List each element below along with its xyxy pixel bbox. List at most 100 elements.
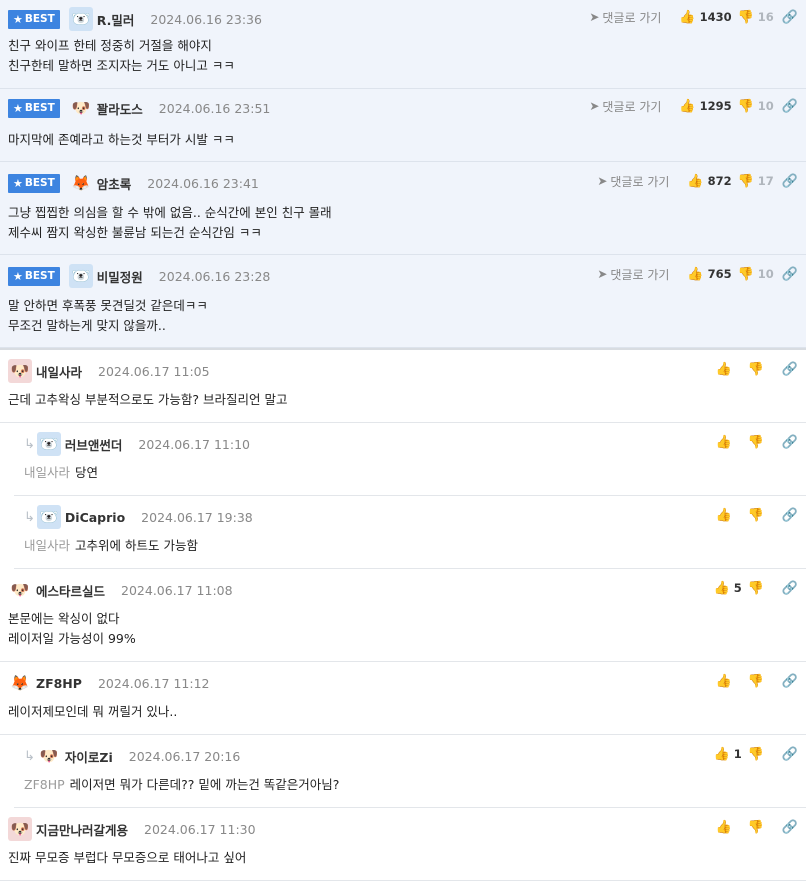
avatar[interactable]: 🐶 xyxy=(37,744,61,768)
avatar[interactable]: 🐻‍❄️ xyxy=(68,264,93,288)
dislike-button[interactable]: 👎 xyxy=(748,581,774,596)
link-icon[interactable]: 🔗 xyxy=(782,581,798,596)
thumbs-down-icon: 👎 xyxy=(747,361,764,377)
best-badge: ★ BEST xyxy=(8,173,60,193)
dislike-button[interactable]: 👎 xyxy=(748,820,774,835)
mention[interactable]: 내일사라 xyxy=(24,538,70,553)
avatar[interactable]: 🐻‍❄️ xyxy=(36,432,61,456)
avatar[interactable]: 🐶 xyxy=(69,96,93,120)
star-icon: ★ xyxy=(13,269,23,283)
comment-body: 마지막에 존예라고 하는것 부터가 시발 ㅋㅋ xyxy=(8,132,235,147)
like-button[interactable]: 👍 xyxy=(716,362,742,377)
comment-date: 2024.06.17 20:16 xyxy=(128,748,241,764)
like-button[interactable]: 👍 872 xyxy=(687,174,731,189)
thumbs-up-icon: 👍 xyxy=(687,266,704,282)
comment-date: 2024.06.16 23:28 xyxy=(158,268,271,284)
comment-date: 2024.06.17 11:12 xyxy=(97,675,210,691)
avatar[interactable]: 🦊 xyxy=(69,171,93,195)
thumbs-down-icon: 👎 xyxy=(737,9,754,25)
thumbs-down-icon: 👎 xyxy=(737,173,754,189)
link-icon[interactable]: 🔗 xyxy=(782,174,798,189)
link-icon[interactable]: 🔗 xyxy=(782,435,798,450)
dislike-button[interactable]: 👎 10 xyxy=(738,99,774,114)
comment-body: 내일사라 고추위에 하트도 가능함 xyxy=(24,538,198,553)
comment-body: ZF8HP 레이저면 뭐가 다른데?? 밑에 까는건 똑같은거아님? xyxy=(24,777,340,792)
link-icon[interactable]: 🔗 xyxy=(782,674,798,689)
like-button[interactable]: 👍 765 xyxy=(687,267,731,282)
nickname[interactable]: 에스타르실드 xyxy=(36,581,105,600)
comment: 🐶 에스타르실드 2024.06.17 11:08 👍 5 👎 🔗 본문에는 왁싱… xyxy=(0,569,806,662)
thumbs-down-icon: 👎 xyxy=(747,580,764,596)
avatar[interactable]: 🐶 xyxy=(8,359,32,383)
reply-comment: ↳ 🐻‍❄️ 러브앤썬더 2024.06.17 11:10 👍 👎 🔗 내일사라… xyxy=(14,423,806,496)
link-icon[interactable]: 🔗 xyxy=(782,267,798,282)
nickname[interactable]: DiCaprio xyxy=(65,510,125,525)
comment-body: 친구 와이프 한테 정중히 거절을 해야지 친구한테 말하면 조지자는 거도 아… xyxy=(8,38,235,73)
dislike-button[interactable]: 👎 xyxy=(748,435,774,450)
thumbs-up-icon: 👍 xyxy=(715,673,732,689)
comment-date: 2024.06.16 23:41 xyxy=(147,175,259,191)
comment-body: 내일사라 당연 xyxy=(24,465,99,480)
nickname[interactable]: 지금만나러갈게용 xyxy=(36,820,128,839)
goto-comment-link[interactable]: ➤ 댓글로 가기 xyxy=(597,173,669,190)
thumbs-up-icon: 👍 xyxy=(679,98,696,114)
arrow-icon: ➤ xyxy=(597,267,608,281)
avatar[interactable]: 🐻‍❄️ xyxy=(36,505,61,529)
like-button[interactable]: 👍 xyxy=(716,508,742,523)
comment-date: 2024.06.16 23:36 xyxy=(150,11,262,27)
comment-date: 2024.06.17 11:05 xyxy=(98,363,210,379)
link-icon[interactable]: 🔗 xyxy=(782,10,798,25)
thumbs-down-icon: 👎 xyxy=(737,266,754,282)
nickname[interactable]: R.밀러 xyxy=(97,10,135,29)
like-button[interactable]: 👍 1430 xyxy=(679,10,731,25)
comment-date: 2024.06.16 23:51 xyxy=(158,100,271,116)
arrow-icon: ➤ xyxy=(589,99,600,113)
dislike-button[interactable]: 👎 xyxy=(748,508,774,523)
like-button[interactable]: 👍 xyxy=(716,820,742,835)
comment-body: 그냥 찝찝한 의심을 할 수 밖에 없음.. 순식간에 본인 친구 몰래 제수씨… xyxy=(8,205,332,240)
dislike-button[interactable]: 👎 17 xyxy=(738,174,774,189)
thumbs-down-icon: 👎 xyxy=(747,673,764,689)
goto-comment-link[interactable]: ➤ 댓글로 가기 xyxy=(589,98,661,115)
thumbs-up-icon: 👍 xyxy=(715,434,732,450)
like-button[interactable]: 👍 1295 xyxy=(679,99,731,114)
avatar[interactable]: 🦊 xyxy=(8,671,32,695)
best-badge: ★ BEST xyxy=(8,266,60,286)
link-icon[interactable]: 🔗 xyxy=(782,747,798,762)
mention[interactable]: ZF8HP xyxy=(24,777,65,792)
reply-comment: ↳ 🐻‍❄️ DiCaprio 2024.06.17 19:38 👍 👎 🔗 내… xyxy=(14,496,806,569)
thumbs-up-icon: 👍 xyxy=(713,580,730,596)
dislike-button[interactable]: 👎 xyxy=(748,747,774,762)
avatar[interactable]: 🐶 xyxy=(8,817,32,841)
link-icon[interactable]: 🔗 xyxy=(782,362,798,377)
thumbs-up-icon: 👍 xyxy=(713,746,730,762)
nickname[interactable]: 내일사라 xyxy=(36,362,82,381)
like-button[interactable]: 👍 xyxy=(716,674,742,689)
dislike-button[interactable]: 👎 10 xyxy=(738,267,774,282)
link-icon[interactable]: 🔗 xyxy=(782,99,798,114)
nickname[interactable]: 자이로Zi xyxy=(65,747,113,766)
nickname[interactable]: ZF8HP xyxy=(36,676,82,691)
arrow-icon: ➤ xyxy=(597,174,608,188)
dislike-button[interactable]: 👎 16 xyxy=(738,10,774,25)
dislike-button[interactable]: 👎 xyxy=(748,674,774,689)
reply-arrow-icon: ↳ xyxy=(24,509,35,525)
like-button[interactable]: 👍 xyxy=(716,435,742,450)
goto-comment-link[interactable]: ➤ 댓글로 가기 xyxy=(597,266,669,283)
nickname[interactable]: 러브앤썬더 xyxy=(65,435,123,454)
goto-comment-link[interactable]: ➤ 댓글로 가기 xyxy=(589,9,661,26)
nickname[interactable]: 꽐라도스 xyxy=(97,99,143,118)
comment-list: ★ BEST 🐻‍❄️ R.밀러 2024.06.16 23:36 ➤ 댓글로 가기… xyxy=(0,0,806,881)
comment-body: 본문에는 왁싱이 없다 레이저일 가능성이 99% xyxy=(8,611,136,646)
nickname[interactable]: 암초록 xyxy=(97,174,132,193)
nickname[interactable]: 비밀정원 xyxy=(97,267,143,286)
like-button[interactable]: 👍 1 xyxy=(714,747,742,762)
link-icon[interactable]: 🔗 xyxy=(782,820,798,835)
dislike-button[interactable]: 👎 xyxy=(748,362,774,377)
avatar[interactable]: 🐻‍❄️ xyxy=(68,7,93,31)
link-icon[interactable]: 🔗 xyxy=(782,508,798,523)
avatar[interactable]: 🐶 xyxy=(8,578,32,602)
like-button[interactable]: 👍 5 xyxy=(714,581,742,596)
comment-date: 2024.06.17 11:08 xyxy=(121,582,233,598)
mention[interactable]: 내일사라 xyxy=(24,465,70,480)
